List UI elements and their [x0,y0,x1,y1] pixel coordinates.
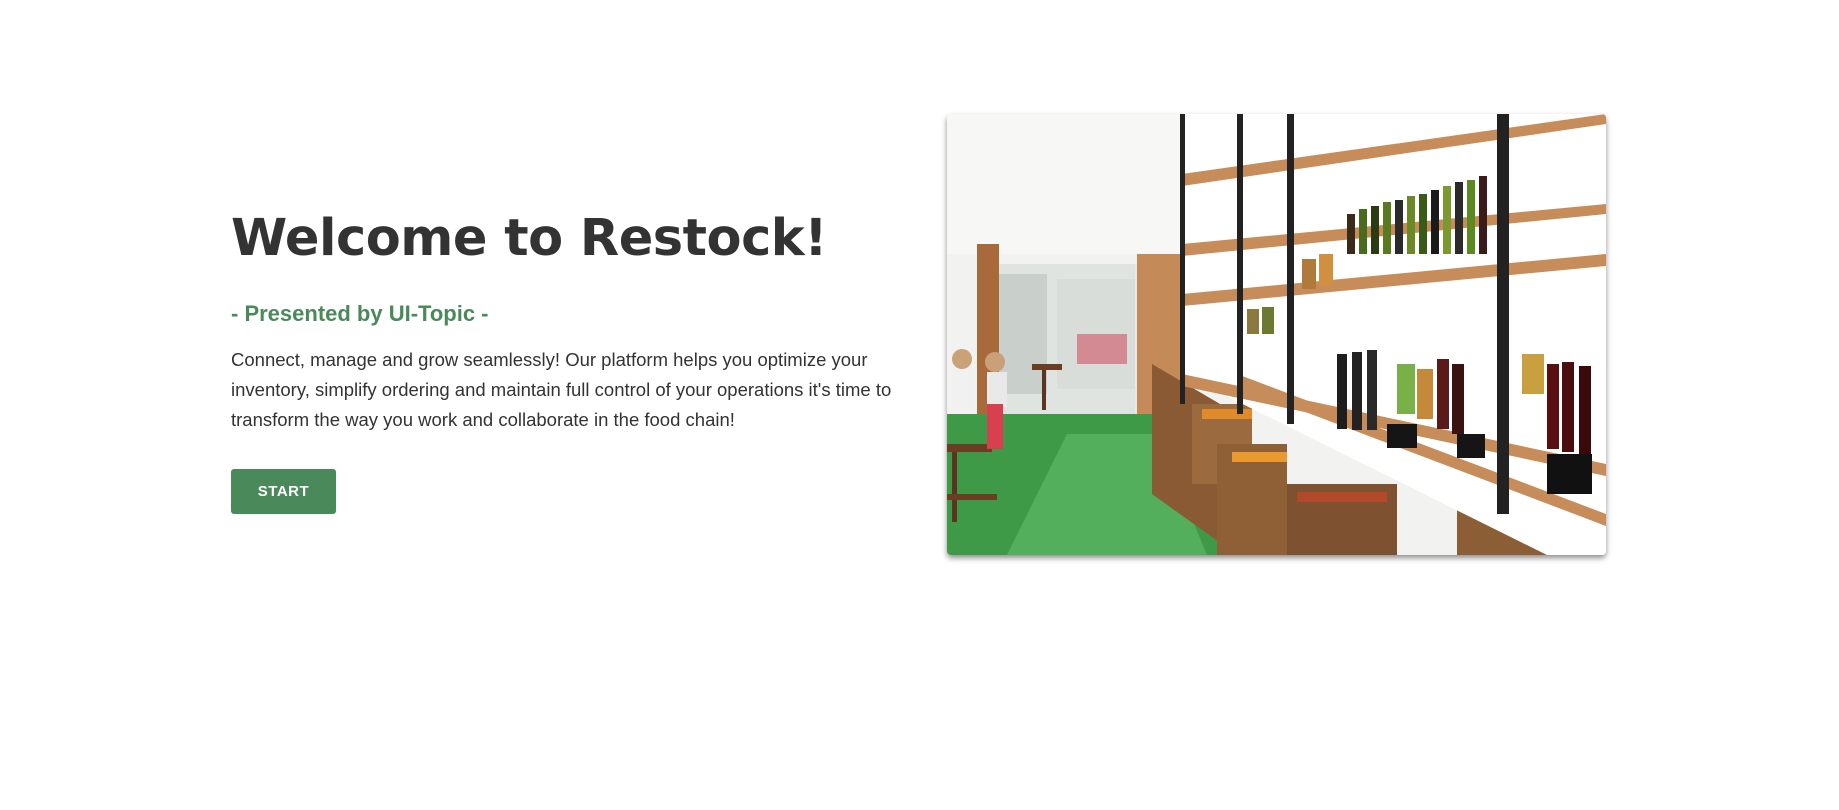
hero-text-block: Welcome to Restock! - Presented by UI-To… [231,205,901,514]
grocery-store-photo [947,114,1606,555]
landing-page: Welcome to Restock! - Presented by UI-To… [0,0,1839,810]
description: Connect, manage and grow seamlessly! Our… [231,349,892,430]
start-button[interactable]: START [231,469,336,514]
subtitle: - Presented by UI-Topic - [231,301,489,326]
page-title: Welcome to Restock! [231,209,827,268]
store-illustration [947,114,1606,555]
